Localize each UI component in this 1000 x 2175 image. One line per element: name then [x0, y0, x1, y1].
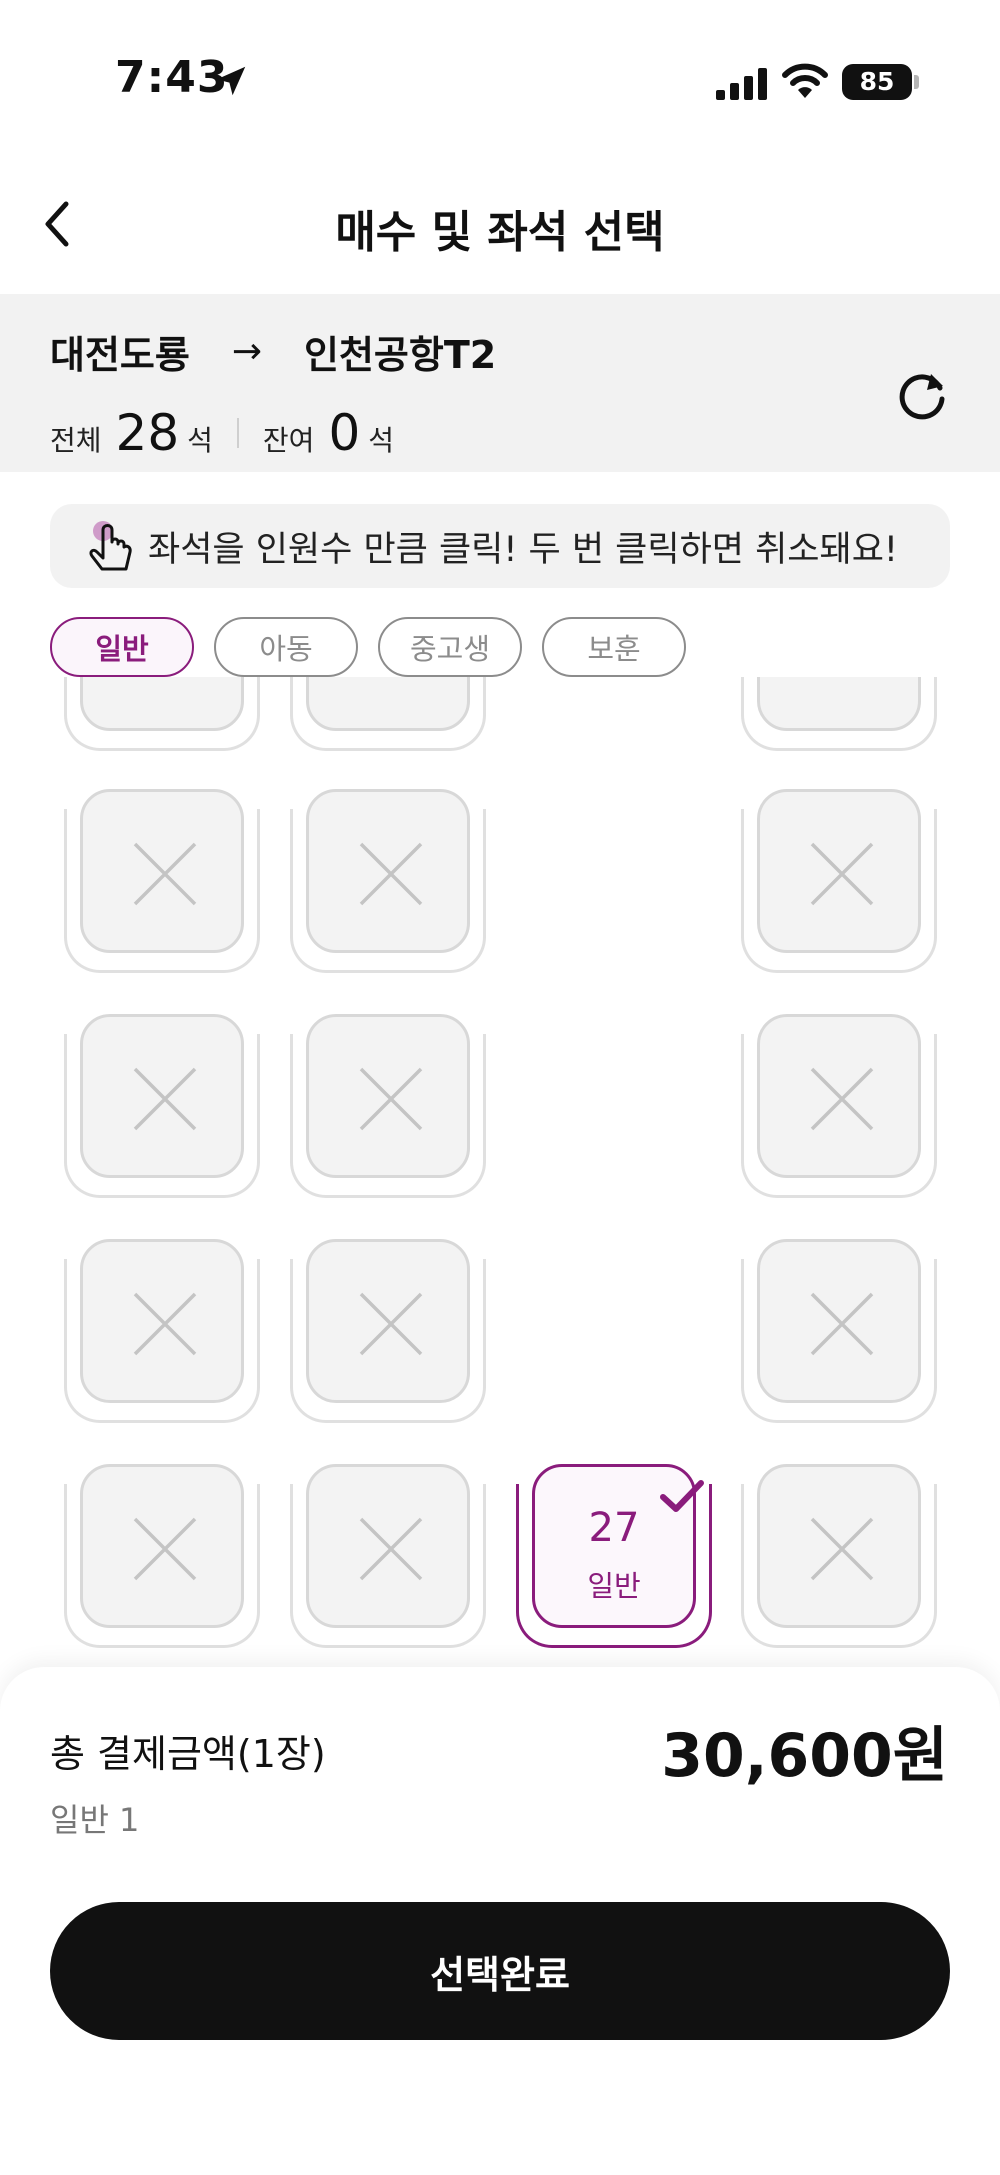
seat-unavailable	[741, 1014, 937, 1198]
total-amount-label: 총 결제금액(1장)	[50, 1732, 326, 1776]
payment-summary-sheet: 총 결제금액(1장) 일반 1 30,600원 선택완료	[0, 1667, 1000, 2175]
seat-unavailable	[64, 1239, 260, 1423]
seat-unavailable	[290, 1239, 486, 1423]
x-icon	[133, 842, 197, 906]
x-icon	[810, 1292, 874, 1356]
seat-unavailable	[64, 789, 260, 973]
seat-unavailable	[741, 1239, 937, 1423]
route-arrow-icon: →	[231, 331, 263, 372]
x-icon	[133, 1067, 197, 1131]
seat-count: 전체 28 석 잔여 0 석	[50, 404, 394, 462]
complete-selection-button[interactable]: 선택완료	[50, 1902, 950, 2040]
seat-unavailable	[741, 677, 937, 751]
cellular-signal-icon	[716, 68, 767, 100]
seat-unavailable	[290, 789, 486, 973]
seat-unavailable	[64, 1464, 260, 1648]
total-seats-label: 전체	[50, 424, 102, 457]
seat-selected[interactable]: 27 일반	[516, 1464, 712, 1648]
seat-map: 27 일반	[0, 677, 1000, 1667]
notice-text: 좌석을 인원수 만큼 클릭! 두 번 클릭하면 취소돼요!	[148, 529, 898, 570]
location-arrow-icon	[216, 66, 246, 96]
battery-icon: 85	[842, 64, 919, 100]
seat-unavailable	[64, 1014, 260, 1198]
remaining-seats-count: 0	[328, 404, 361, 462]
seat-unavailable	[290, 677, 486, 751]
ticket-breakdown: 일반 1	[50, 1801, 140, 1839]
total-seats-unit: 석	[187, 424, 213, 457]
notice-banner: 좌석을 인원수 만큼 클릭! 두 번 클릭하면 취소돼요!	[50, 504, 950, 588]
chip-child[interactable]: 아동	[214, 617, 358, 677]
header: 매수 및 좌석 선택	[0, 170, 1000, 290]
seat-unavailable	[741, 789, 937, 973]
chip-veteran[interactable]: 보훈	[542, 617, 686, 677]
seat-unavailable	[64, 677, 260, 751]
seat-unavailable	[741, 1464, 937, 1648]
status-bar: 7:43 85	[0, 0, 1000, 150]
x-icon	[359, 1067, 423, 1131]
route-info: 대전도룡 → 인천공항T2 전체 28 석 잔여 0 석	[0, 294, 1000, 472]
battery-level: 85	[859, 67, 895, 96]
chip-adult[interactable]: 일반	[50, 617, 194, 677]
x-icon	[810, 1067, 874, 1131]
remaining-seats-unit: 석	[368, 424, 395, 457]
x-icon	[359, 1292, 423, 1356]
seat-unavailable	[290, 1464, 486, 1648]
seat-passenger-type: 일반	[587, 1569, 641, 1603]
tap-hand-icon	[89, 521, 132, 571]
origin-terminal: 대전도룡	[50, 333, 190, 377]
x-icon	[810, 842, 874, 906]
total-price: 30,600원	[661, 1721, 948, 1791]
divider	[236, 418, 239, 448]
x-icon	[133, 1292, 197, 1356]
route-line: 대전도룡 → 인천공항T2	[50, 324, 496, 379]
chip-student[interactable]: 중고생	[378, 617, 522, 677]
refresh-icon[interactable]	[893, 366, 951, 424]
x-icon	[359, 1517, 423, 1581]
check-icon	[660, 1480, 704, 1512]
x-icon	[810, 1517, 874, 1581]
total-seats-count: 28	[115, 404, 180, 462]
x-icon	[133, 1517, 197, 1581]
x-icon	[359, 842, 423, 906]
remaining-seats-label: 잔여	[262, 424, 315, 457]
seat-unavailable	[290, 1014, 486, 1198]
page-title: 매수 및 좌석 선택	[335, 207, 665, 258]
passenger-type-chips: 일반 아동 중고생 보훈	[50, 617, 686, 677]
destination-terminal: 인천공항T2	[304, 333, 497, 377]
wifi-icon	[782, 63, 828, 98]
